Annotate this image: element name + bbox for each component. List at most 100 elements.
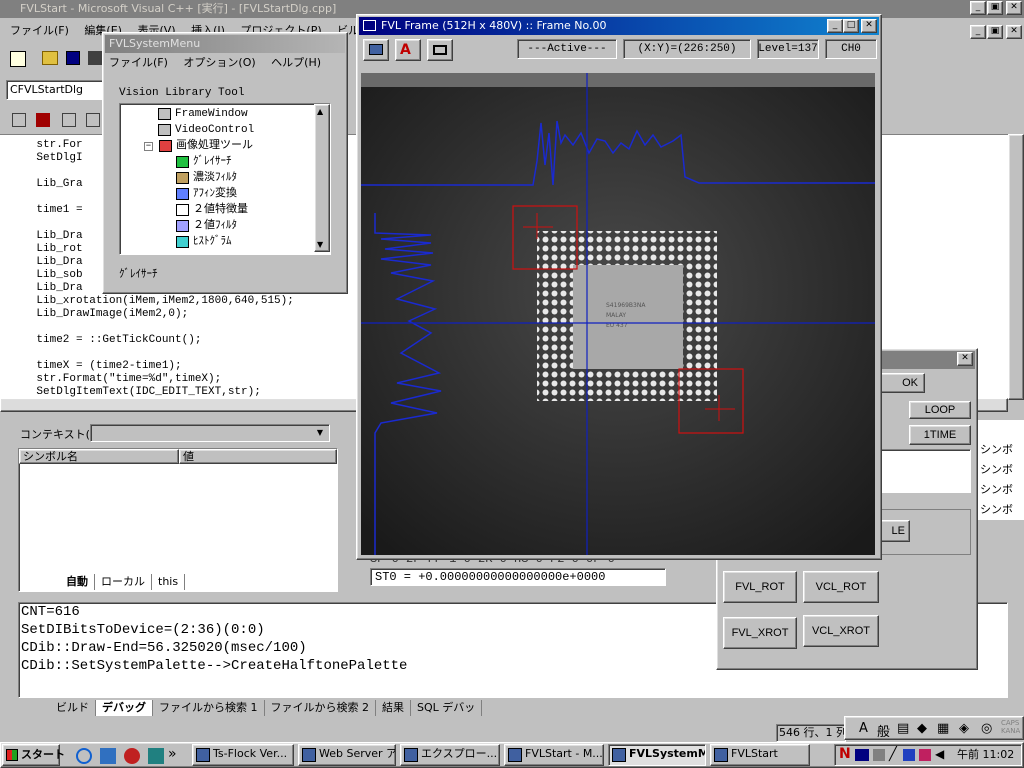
tray-volume-icon[interactable]: ◀ — [935, 747, 944, 761]
one-time-button[interactable]: 1TIME — [909, 425, 971, 445]
chevron-down-icon[interactable]: ▼ — [313, 426, 327, 440]
frame-minimize-button[interactable]: _ — [827, 19, 843, 33]
watch-list[interactable]: シンボル名 値 — [18, 448, 338, 592]
sysmenu-menu-options[interactable]: オプション(O) — [183, 56, 255, 69]
taskbar-button[interactable]: FVLStart — [710, 744, 810, 766]
frame-maximize-button[interactable]: □ — [843, 19, 859, 33]
tab-this[interactable]: this — [152, 574, 186, 590]
sysmenu-titlebar[interactable]: FVLSystemMenu — [105, 35, 345, 53]
tab-sql-debug[interactable]: SQL デバッ — [411, 700, 483, 716]
tree-item[interactable]: ２値特徴量 — [120, 202, 312, 218]
channels-icon[interactable] — [124, 748, 140, 764]
ime-tool-icon[interactable]: ▤ — [897, 721, 909, 736]
tree-item[interactable]: − 画像処理ツール — [120, 138, 312, 154]
ie-icon[interactable] — [76, 748, 92, 764]
context-combo[interactable]: ▼ — [90, 424, 330, 442]
tray-network-icon[interactable] — [873, 749, 885, 761]
menu-file[interactable]: ファイル(F) — [10, 24, 69, 37]
start-label: スタート — [21, 748, 65, 761]
ide-maximize-button[interactable]: ▣ — [987, 1, 1003, 15]
tab-results[interactable]: 結果 — [376, 700, 411, 716]
ide-close-button[interactable]: ✕ — [1006, 1, 1022, 15]
tab-auto[interactable]: 自動 — [60, 574, 95, 590]
collapse-icon[interactable]: − — [144, 141, 153, 151]
tab-find1[interactable]: ファイルから検索 1 — [153, 700, 265, 716]
watch-header-value[interactable]: 値 — [179, 449, 337, 464]
loop-button[interactable]: LOOP — [909, 401, 971, 419]
ok-button[interactable]: OK — [877, 373, 925, 393]
watch-header-symbol[interactable]: シンボル名 — [19, 449, 179, 464]
tray-n-icon[interactable]: N — [839, 746, 851, 762]
tray-ime-icon[interactable] — [919, 749, 931, 761]
frame-titlebar[interactable]: FVL Frame (512H x 480V) :: Frame No.00 — [359, 17, 879, 35]
control-dialog-close-button[interactable]: ✕ — [957, 352, 973, 366]
right-list[interactable]: シンボ シンボ シンボ シンボ — [978, 420, 1024, 520]
fvl-rot-button[interactable]: FVL_ROT — [723, 571, 797, 603]
taskbar-button[interactable]: FVLSystemMe... — [608, 744, 706, 766]
ime-help-icon[interactable]: ◎ — [981, 721, 992, 736]
camera-image[interactable]: S41969B3NA MALAY EU 437 — [361, 73, 875, 555]
taskbar-button[interactable]: FVLStart - M... — [504, 744, 604, 766]
ime-input-icon[interactable]: 般 — [877, 721, 890, 740]
code-vscrollbar[interactable] — [1008, 134, 1024, 400]
ime-mode-icon[interactable]: A — [859, 721, 868, 736]
tab-build[interactable]: ビルド — [50, 700, 96, 716]
tray-monitor-icon[interactable] — [855, 749, 869, 761]
taskbar-button[interactable]: Ts-Flock Ver... — [192, 744, 294, 766]
taskbar-button-label: エクスプロー... — [421, 747, 498, 760]
tree-item[interactable]: ｸﾞﾚｲｻｰﾁ — [120, 154, 312, 170]
frame-close-button[interactable]: ✕ — [861, 19, 877, 33]
breakpoint-icon[interactable] — [36, 113, 50, 127]
ime-pad-icon[interactable]: ▦ — [937, 721, 949, 736]
taskbar-button[interactable]: エクスプロー... — [400, 744, 500, 766]
chevron-right-icon[interactable]: » — [168, 746, 177, 762]
doc-minimize-button[interactable]: _ — [970, 25, 986, 39]
save-icon[interactable] — [66, 51, 80, 65]
class-combo[interactable]: CFVLStartDlg — [6, 80, 106, 100]
new-file-icon[interactable] — [10, 51, 26, 67]
tree-item[interactable]: VideoControl — [120, 122, 312, 138]
frame-tool-capture-button[interactable] — [363, 39, 389, 61]
run-to-cursor-icon[interactable] — [86, 113, 100, 127]
sysmenu-menu-file[interactable]: ファイル(F) — [109, 56, 168, 69]
tree-item[interactable]: ２値ﾌｨﾙﾀ — [120, 218, 312, 234]
tab-debug[interactable]: デバッグ — [96, 700, 153, 716]
ime-prop-icon[interactable]: ◈ — [959, 721, 969, 736]
clock[interactable]: 午前 11:02 — [957, 747, 1014, 763]
doc-restore-button[interactable]: ▣ — [987, 25, 1003, 39]
tree-item[interactable]: 濃淡ﾌｨﾙﾀ — [120, 170, 312, 186]
tab-find2[interactable]: ファイルから検索 2 — [265, 700, 376, 716]
fvl-xrot-button[interactable]: FVL_XROT — [723, 617, 797, 649]
desktop-icon[interactable] — [148, 748, 164, 764]
open-folder-icon[interactable] — [42, 51, 58, 65]
tree-item[interactable]: FrameWindow — [120, 106, 312, 122]
taskbar-button[interactable]: Web Server ア... — [298, 744, 396, 766]
vcl-rot-button[interactable]: VCL_ROT — [803, 571, 879, 603]
tree-vscrollbar[interactable]: ▲ ▼ — [314, 104, 330, 252]
ime-dict-icon[interactable]: ◆ — [917, 721, 927, 736]
sysmenu-window: FVLSystemMenu ファイル(F) オプション(O) ヘルプ(H) Vi… — [102, 32, 348, 294]
tray-pen-icon[interactable]: ╱ — [889, 747, 897, 762]
frame-window-icon — [158, 108, 171, 120]
tray-app-icon[interactable] — [903, 749, 915, 761]
sysmenu-menu-help[interactable]: ヘルプ(H) — [271, 56, 321, 69]
ide-minimize-button[interactable]: _ — [970, 1, 986, 15]
step-icon[interactable] — [62, 113, 76, 127]
start-button[interactable]: スタート — [2, 744, 65, 766]
doc-close-button[interactable]: ✕ — [1006, 25, 1022, 39]
tree-item[interactable]: ｱﾌｨﾝ変換 — [120, 186, 312, 202]
frame-channel: CH0 — [825, 39, 877, 59]
tree-item[interactable]: ﾋｽﾄｸﾞﾗﾑ — [120, 234, 312, 250]
save-all-icon[interactable] — [88, 51, 102, 65]
scroll-up-icon[interactable]: ▲ — [317, 107, 323, 116]
wizard-icon[interactable] — [12, 113, 26, 127]
right-list-item-0: シンボ — [980, 443, 1013, 456]
frame-tool-film-button[interactable] — [427, 39, 453, 61]
vcl-xrot-button[interactable]: VCL_XROT — [803, 615, 879, 647]
frame-tool-draw-button[interactable]: A — [395, 39, 421, 61]
scroll-down-icon[interactable]: ▼ — [317, 240, 323, 249]
ime-toolbar[interactable]: A 般 ▤ ◆ ▦ ◈ ◎ CAPS KANA — [844, 716, 1024, 740]
outlook-icon[interactable] — [100, 748, 116, 764]
tab-local[interactable]: ローカル — [95, 574, 152, 590]
tool-tree[interactable]: FrameWindow VideoControl − 画像処理ツール ｸﾞﾚｲｻｰﾁ 濃淡… — [119, 103, 331, 255]
